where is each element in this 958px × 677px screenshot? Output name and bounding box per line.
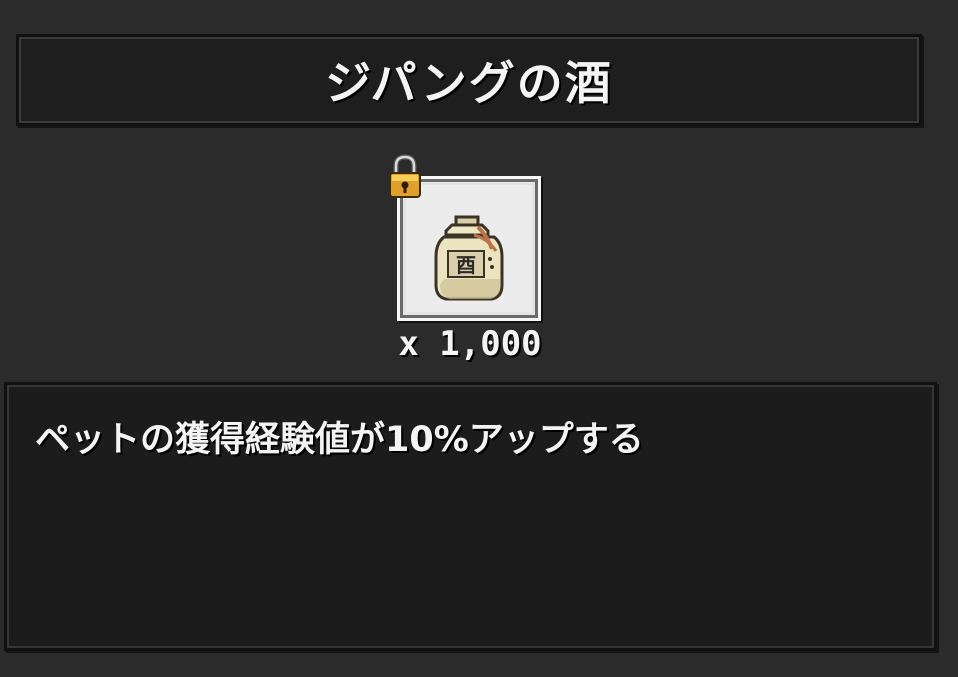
item-quantity: x 1,000	[398, 324, 542, 364]
slot-background: 酉	[406, 185, 532, 312]
sake-jar-icon: 酉	[434, 215, 504, 301]
item-name: ジパングの酒	[325, 56, 613, 110]
item-description-panel: ペットの獲得経験値が10%アップする	[4, 382, 937, 651]
padlock-icon	[389, 154, 421, 198]
item-title-panel: ジパングの酒	[16, 34, 922, 126]
item-description: ペットの獲得経験値が10%アップする	[35, 420, 644, 460]
jar-label: 酉	[456, 253, 476, 277]
